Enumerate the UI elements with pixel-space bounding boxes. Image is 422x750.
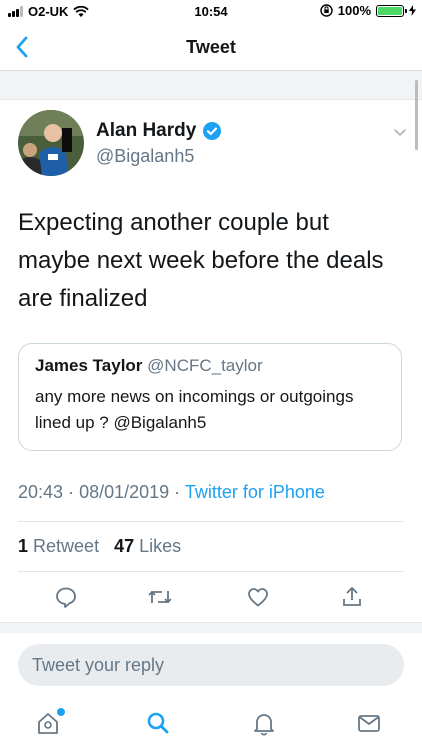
- tweet-date: 08/01/2019: [79, 482, 170, 502]
- retweet-icon[interactable]: [145, 582, 175, 612]
- quoted-tweet-text: any more news on incomings or outgoings …: [35, 387, 354, 432]
- divider: [18, 521, 404, 522]
- engagement-counts: 1 Retweet 47 Likes: [18, 536, 181, 557]
- share-icon[interactable]: [337, 582, 367, 612]
- like-label: Likes: [139, 536, 182, 556]
- nav-bar: Tweet: [0, 24, 422, 71]
- quoted-author-handle: @NCFC_taylor: [147, 356, 263, 375]
- tweet-meta: 20:43 · 08/01/2019 · Twitter for iPhone: [18, 482, 325, 502]
- battery-percent: 100%: [337, 3, 371, 18]
- notification-dot: [57, 708, 65, 716]
- scrollbar[interactable]: [415, 80, 418, 150]
- comment-icon[interactable]: [51, 582, 81, 612]
- tab-home[interactable]: [33, 708, 65, 738]
- likes-stat[interactable]: 47 Likes: [114, 536, 181, 556]
- quoted-author-name: James Taylor: [35, 356, 143, 375]
- retweets-stat[interactable]: 1 Retweet: [18, 536, 99, 556]
- like-count: 47: [114, 536, 135, 556]
- orientation-lock-icon: [320, 4, 333, 17]
- tweet-source-link[interactable]: Twitter for iPhone: [185, 482, 325, 502]
- tab-search[interactable]: [143, 708, 173, 738]
- section-separator: [0, 71, 422, 100]
- search-icon: [147, 712, 169, 734]
- notifications-icon: [254, 714, 274, 736]
- tweet-text: Expecting another couple but maybe next …: [18, 209, 384, 312]
- status-bar: O2-UK 10:54 100%: [0, 0, 422, 24]
- quoted-tweet[interactable]: James Taylor @NCFC_taylor any more news …: [18, 343, 402, 451]
- tab-notifications[interactable]: [249, 708, 279, 738]
- avatar[interactable]: [18, 110, 84, 176]
- tweet-actions: [0, 582, 422, 612]
- like-icon[interactable]: [243, 582, 273, 612]
- tab-messages[interactable]: [354, 708, 384, 738]
- battery-icon: [376, 4, 407, 17]
- reply-input[interactable]: Tweet your reply: [18, 644, 404, 686]
- author-name[interactable]: Alan Hardy: [96, 120, 196, 142]
- tab-bar: [0, 700, 422, 750]
- retweet-count: 1: [18, 536, 29, 556]
- tweet-time: 20:43: [18, 482, 64, 502]
- divider: [18, 571, 404, 572]
- author-handle[interactable]: @Bigalanh5: [96, 146, 194, 167]
- retweet-label: Retweet: [33, 536, 100, 556]
- chevron-down-icon[interactable]: [392, 124, 408, 140]
- messages-icon: [358, 715, 380, 732]
- verified-badge-icon: [203, 122, 222, 140]
- page-title: Tweet: [186, 37, 236, 57]
- section-separator: [0, 622, 422, 633]
- charging-icon: [409, 5, 416, 16]
